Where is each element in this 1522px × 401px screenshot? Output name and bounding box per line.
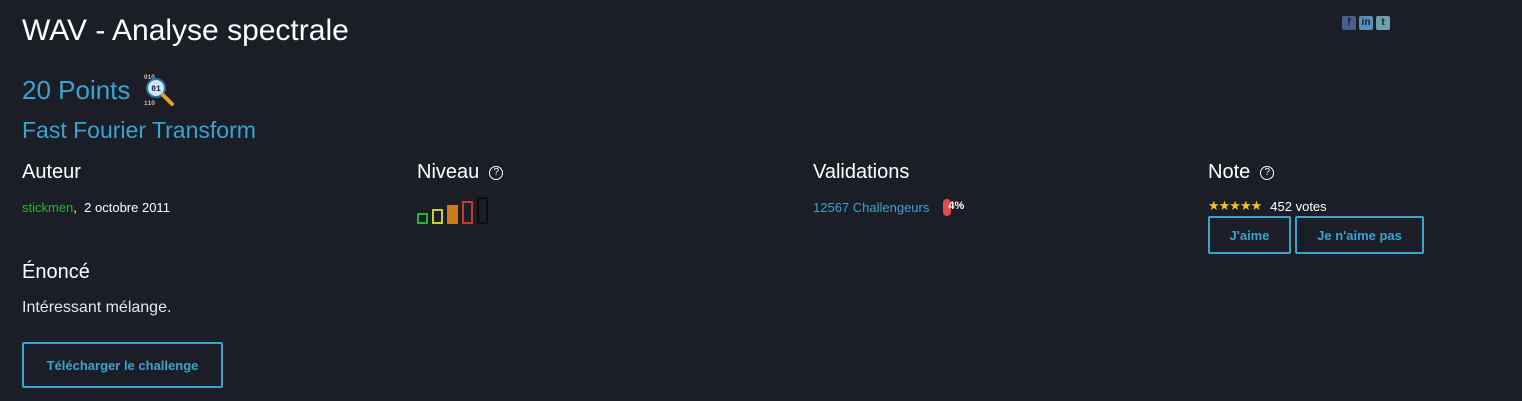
page-title: WAV - Analyse spectrale	[22, 14, 349, 47]
author-link[interactable]: stickmen	[22, 200, 73, 215]
level-heading: Niveau	[417, 161, 480, 183]
share-icons: f in t	[1342, 16, 1390, 30]
validations-heading: Validations	[813, 161, 910, 183]
note-heading: Note	[1208, 161, 1251, 183]
points-value: 20 Points	[22, 74, 131, 105]
author-heading: Auteur	[22, 161, 81, 183]
level-bar-1	[417, 213, 428, 224]
svg-text:110: 110	[144, 100, 155, 107]
level-bar-3	[447, 205, 458, 224]
magnifier-binary-icon: 010 110 01	[144, 74, 175, 107]
vote-count: 452 votes	[1270, 198, 1327, 214]
validations-column: Validations	[813, 161, 909, 184]
level-help-icon[interactable]: ?	[489, 165, 504, 180]
like-button[interactable]: J'aime	[1208, 216, 1291, 254]
author-separator: ,	[73, 200, 77, 215]
svg-text:01: 01	[152, 85, 162, 94]
challengers-link[interactable]: 12567 Challengeurs	[813, 200, 929, 215]
challenge-subtitle: Fast Fourier Transform	[22, 117, 256, 143]
level-bar-4	[462, 201, 473, 224]
points-line: 20 Points 010 110 01	[22, 73, 176, 107]
validations-line: 12567 Challengeurs 4%	[813, 199, 964, 216]
download-challenge-button[interactable]: Télécharger le challenge	[22, 342, 223, 388]
dislike-button[interactable]: Je n'aime pas	[1295, 216, 1424, 254]
statement-heading: Énoncé	[22, 261, 90, 283]
validation-percent-bar: 4%	[943, 199, 964, 216]
author-line: stickmen, 2 octobre 2011	[22, 200, 170, 215]
statement-text: Intéressant mélange.	[22, 299, 172, 316]
validation-percent: 4%	[948, 200, 965, 212]
facebook-icon[interactable]: f	[1342, 16, 1356, 30]
rating-stars-icon: ★★★★★	[1208, 198, 1262, 213]
level-indicator	[417, 197, 488, 224]
author-column: Auteur	[22, 161, 81, 184]
level-bar-5	[477, 197, 488, 224]
note-column: Note?	[1208, 161, 1275, 184]
twitter-icon[interactable]: t	[1376, 16, 1390, 30]
linkedin-icon[interactable]: in	[1359, 16, 1373, 30]
level-column: Niveau?	[417, 161, 504, 184]
rating-line: ★★★★★ 452 votes	[1208, 198, 1327, 214]
publish-date: 2 octobre 2011	[84, 200, 170, 215]
level-bar-2	[432, 209, 443, 224]
note-help-icon[interactable]: ?	[1260, 165, 1275, 180]
